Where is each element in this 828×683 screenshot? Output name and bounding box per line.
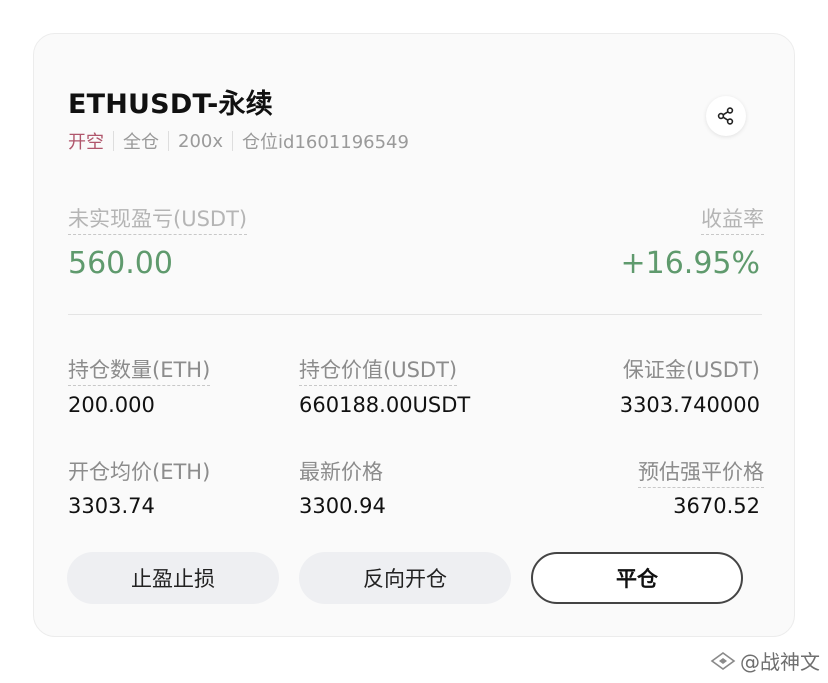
watermark-logo-icon xyxy=(710,651,736,670)
direction-tag: 开空 xyxy=(68,132,104,153)
leverage-tag: 200x xyxy=(178,130,224,152)
reverse-position-button[interactable]: 反向开仓 xyxy=(299,552,511,604)
close-position-button[interactable]: 平仓 xyxy=(531,552,743,604)
close-position-button-label: 平仓 xyxy=(616,567,658,591)
position-value-label[interactable]: 持仓价值(USDT) xyxy=(299,354,458,386)
roi-value: +16.95% xyxy=(620,246,760,281)
tag-divider xyxy=(232,131,234,151)
symbol-title: ETHUSDT-永续 xyxy=(68,89,273,120)
roi-label[interactable]: 收益率 xyxy=(701,203,764,235)
position-tags: 开空 全仓 200x 仓位id1601196549 xyxy=(68,128,409,154)
tp-sl-button[interactable]: 止盈止损 xyxy=(67,552,279,604)
tp-sl-button-label: 止盈止损 xyxy=(131,567,215,591)
position-size-value: 200.000 xyxy=(68,393,155,417)
reverse-position-button-label: 反向开仓 xyxy=(363,567,447,591)
last-price-label: 最新价格 xyxy=(299,460,383,484)
position-id-tag: 仓位id1601196549 xyxy=(242,132,409,153)
entry-price-value: 3303.74 xyxy=(68,494,155,518)
unrealized-pnl-value: 560.00 xyxy=(68,246,173,281)
section-divider xyxy=(68,314,762,315)
entry-price-label: 开仓均价(ETH) xyxy=(68,460,211,484)
unrealized-pnl-label[interactable]: 未实现盈亏(USDT) xyxy=(68,203,248,235)
share-icon xyxy=(717,107,734,125)
share-button[interactable] xyxy=(706,96,746,136)
liquidation-price-value: 3670.52 xyxy=(673,494,760,518)
margin-value: 3303.740000 xyxy=(619,393,760,417)
watermark: @战神文 xyxy=(710,646,820,675)
tag-divider xyxy=(113,131,114,151)
liquidation-price-label[interactable]: 预估强平价格 xyxy=(638,456,764,488)
last-price-value: 3300.94 xyxy=(299,494,386,518)
watermark-text: @战神文 xyxy=(740,650,820,674)
position-size-label[interactable]: 持仓数量(ETH) xyxy=(68,354,211,386)
position-card: ETHUSDT-永续 开空 全仓 200x 仓位id1601196549 未实现… xyxy=(33,33,795,637)
position-value-value: 660188.00USDT xyxy=(299,393,471,417)
tag-divider xyxy=(168,131,169,151)
margin-label: 保证金(USDT) xyxy=(622,358,760,382)
margin-mode-tag: 全仓 xyxy=(123,132,159,153)
